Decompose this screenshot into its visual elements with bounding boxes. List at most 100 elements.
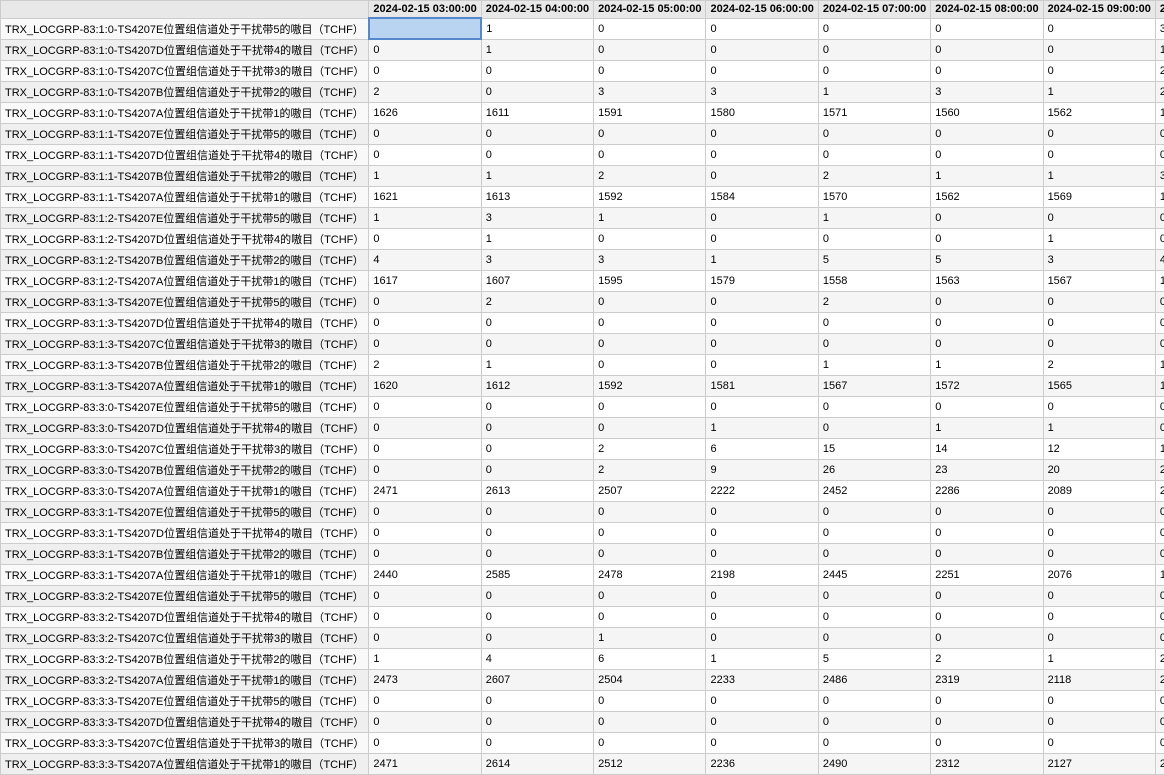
cell-value: 0	[369, 543, 481, 564]
row-label: TRX_LOCGRP-83:1:1-TS4207A位置组信道处于干扰带1的嗷目（…	[1, 186, 369, 207]
cell-value: 0	[818, 144, 930, 165]
cell-value: 1	[1043, 417, 1155, 438]
cell-value: 0	[481, 144, 593, 165]
cell-value: 0	[1043, 39, 1155, 60]
table-row: TRX_LOCGRP-83:1:1-TS4207B位置组信道处于干扰带2的嗷目（…	[1, 165, 1164, 186]
table-row: TRX_LOCGRP-83:1:2-TS4207A位置组信道处于干扰带1的嗷目（…	[1, 270, 1164, 291]
col-header-1: 2024-02-15 03:00:00	[369, 1, 481, 19]
cell-value: 12	[1043, 438, 1155, 459]
cell-value: 1	[1155, 354, 1164, 375]
cell-value: 1	[481, 165, 593, 186]
cell-value: 0	[369, 123, 481, 144]
cell-value: 4	[369, 249, 481, 270]
cell-value: 0	[931, 396, 1043, 417]
cell-value: 1592	[594, 186, 706, 207]
cell-value: 1	[1043, 228, 1155, 249]
cell-value: 1613	[481, 186, 593, 207]
cell-value: 0	[818, 690, 930, 711]
cell-value: 2319	[931, 669, 1043, 690]
table-row: TRX_LOCGRP-83:1:3-TS4207D位置组信道处于干扰带4的嗷目（…	[1, 312, 1164, 333]
cell-value: 0	[706, 207, 818, 228]
cell-value: 0	[481, 396, 593, 417]
row-label: TRX_LOCGRP-83:3:1-TS4207A位置组信道处于干扰带1的嗷目（…	[1, 564, 369, 585]
cell-value: 3	[931, 81, 1043, 102]
cell-value: 0	[481, 585, 593, 606]
cell-value: 0	[1155, 690, 1164, 711]
cell-value: 1	[1043, 648, 1155, 669]
cell-value: 5	[931, 249, 1043, 270]
table-row: TRX_LOCGRP-83:1:0-TS4207A位置组信道处于干扰带1的嗷目（…	[1, 102, 1164, 123]
cell-value: 0	[369, 732, 481, 753]
cell-value: 1620	[369, 375, 481, 396]
cell-value: 0	[1043, 333, 1155, 354]
cell-value: 0	[481, 690, 593, 711]
cell-value: 0	[706, 354, 818, 375]
table-body: TRX_LOCGRP-83:1:0-TS4207E位置组信道处于干扰带5的嗷目（…	[1, 18, 1164, 774]
table-row: TRX_LOCGRP-83:3:0-TS4207A位置组信道处于干扰带1的嗷目（…	[1, 480, 1164, 501]
cell-value: 0	[818, 501, 930, 522]
cell-value: 2	[818, 291, 930, 312]
col-header-6: 2024-02-15 08:00:00	[931, 1, 1043, 19]
cell-value: 0	[369, 459, 481, 480]
cell-value: 1	[818, 354, 930, 375]
cell-value: 0	[818, 627, 930, 648]
cell-value: 3	[594, 81, 706, 102]
table-row: TRX_LOCGRP-83:3:3-TS4207E位置组信道处于干扰带5的嗷目（…	[1, 690, 1164, 711]
cell-value: 1562	[1043, 102, 1155, 123]
cell-value: 26	[818, 459, 930, 480]
row-label: TRX_LOCGRP-83:3:2-TS4207E位置组信道处于干扰带5的嗷目（…	[1, 585, 369, 606]
data-table-container: 2024-02-15 03:00:002024-02-15 04:00:0020…	[0, 0, 1164, 775]
cell-value: 2	[1155, 648, 1164, 669]
cell-value: 0	[706, 333, 818, 354]
cell-value: 0	[594, 417, 706, 438]
table-row: TRX_LOCGRP-83:3:0-TS4207C位置组信道处于干扰带3的嗷目（…	[1, 438, 1164, 459]
cell-value: 1	[1043, 81, 1155, 102]
cell-value: 0	[369, 627, 481, 648]
cell-value: 20	[1155, 459, 1164, 480]
cell-value: 0	[594, 522, 706, 543]
cell-value: 0	[369, 711, 481, 732]
cell-value: 0	[369, 396, 481, 417]
cell-value: 1	[369, 648, 481, 669]
cell-value: 1557	[1155, 186, 1164, 207]
cell-value: 2478	[594, 564, 706, 585]
table-row: TRX_LOCGRP-83:1:3-TS4207E位置组信道处于干扰带5的嗷目（…	[1, 291, 1164, 312]
cell-value: 1617	[369, 270, 481, 291]
cell-value: 1584	[706, 186, 818, 207]
cell-value: 0	[369, 291, 481, 312]
cell-value: 1567	[818, 375, 930, 396]
cell-value: 0	[594, 228, 706, 249]
cell-value: 0	[818, 606, 930, 627]
row-label-header	[1, 1, 369, 19]
cell-value: 0	[706, 501, 818, 522]
cell-value: 0	[1155, 522, 1164, 543]
cell-value: 2034	[1155, 753, 1164, 774]
cell-value: 0	[818, 543, 930, 564]
cell-value: 2286	[931, 480, 1043, 501]
cell-value: 0	[1155, 207, 1164, 228]
row-label: TRX_LOCGRP-83:3:0-TS4207C位置组信道处于干扰带3的嗷目（…	[1, 438, 369, 459]
cell-value: 0	[1155, 396, 1164, 417]
cell-value: 0	[706, 606, 818, 627]
row-label: TRX_LOCGRP-83:3:2-TS4207C位置组信道处于干扰带3的嗷目（…	[1, 627, 369, 648]
cell-value: 0	[1043, 396, 1155, 417]
table-row: TRX_LOCGRP-83:3:2-TS4207C位置组信道处于干扰带3的嗷目（…	[1, 627, 1164, 648]
cell-value: 0	[1043, 312, 1155, 333]
cell-value: 0	[1155, 333, 1164, 354]
cell-value: 1	[481, 228, 593, 249]
cell-value: 0	[369, 333, 481, 354]
cell-value: 0	[1043, 585, 1155, 606]
row-label: TRX_LOCGRP-83:1:0-TS4207E位置组信道处于干扰带5的嗷目（…	[1, 18, 369, 39]
cell-value: 0	[706, 39, 818, 60]
cell-value: 0	[931, 228, 1043, 249]
cell-value: 1621	[369, 186, 481, 207]
cell-value: 1611	[481, 102, 593, 123]
cell-value: 0	[706, 165, 818, 186]
cell-value: 2490	[818, 753, 930, 774]
row-label: TRX_LOCGRP-83:3:2-TS4207A位置组信道处于干扰带1的嗷目（…	[1, 669, 369, 690]
cell-value: 0	[931, 711, 1043, 732]
cell-value: 3	[1155, 18, 1164, 39]
cell-value: 0	[369, 585, 481, 606]
cell-value: 3	[481, 249, 593, 270]
cell-value: 1555	[1155, 375, 1164, 396]
